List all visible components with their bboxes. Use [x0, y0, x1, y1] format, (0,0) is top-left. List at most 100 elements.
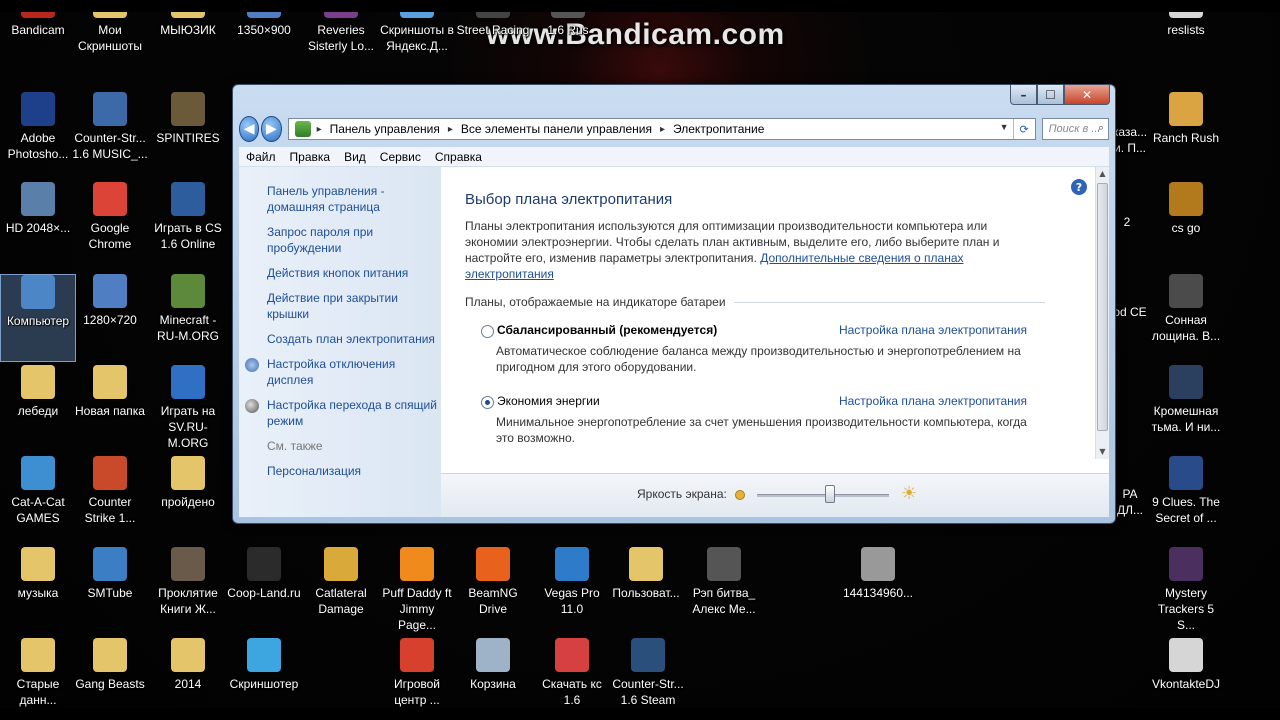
- plan-balanced-description: Автоматическое соблюдение баланса между …: [496, 344, 1021, 374]
- desktop-icon[interactable]: музыка: [0, 547, 76, 635]
- desktop-icon[interactable]: Кромешная тьма. И ни...: [1148, 365, 1224, 453]
- link-control-panel-home[interactable]: Панель управления - домашняя страница: [267, 183, 437, 215]
- link-power-buttons[interactable]: Действия кнопок питания: [267, 265, 437, 281]
- back-button[interactable]: ◀: [239, 116, 260, 142]
- plan-balanced-radio[interactable]: [481, 325, 494, 338]
- desktop-icon[interactable]: 9 Clues. The Secret of ...: [1148, 456, 1224, 544]
- desktop-icon-partial[interactable]: PA ДЛ...: [1110, 482, 1150, 570]
- maximize-button[interactable]: ☐: [1037, 85, 1064, 105]
- close-button[interactable]: ✕: [1064, 85, 1110, 105]
- desktop-icon[interactable]: 1.6 Rus: [530, 12, 606, 72]
- breadcrumb-power-options[interactable]: Электропитание: [673, 122, 764, 136]
- plan-power-saver-name[interactable]: Экономия энергии: [497, 394, 600, 408]
- desktop-icon[interactable]: Скриншотер: [226, 638, 302, 708]
- refresh-icon[interactable]: ⟳: [1012, 119, 1035, 139]
- scroll-down-icon[interactable]: ▼: [1096, 445, 1109, 459]
- plan-power-saver-radio[interactable]: [481, 396, 494, 409]
- breadcrumb-all-items[interactable]: Все элементы панели управления: [461, 122, 652, 136]
- desktop-icon[interactable]: 1350×900: [226, 12, 302, 72]
- desktop-icon[interactable]: BeamNG Drive: [455, 547, 531, 635]
- desktop-icon[interactable]: Counter-Str... 1.6 MUSIC_...: [72, 92, 148, 180]
- desktop-icon[interactable]: Ranch Rush: [1148, 92, 1224, 180]
- minimize-button[interactable]: –: [1010, 85, 1037, 105]
- desktop-icon[interactable]: Adobe Photosho...: [0, 92, 76, 180]
- desktop-icon[interactable]: Новая папка: [72, 365, 148, 453]
- plan-power-saver-settings-link[interactable]: Настройка плана электропитания: [839, 394, 1027, 408]
- desktop-icon[interactable]: HD 2048×...: [0, 182, 76, 270]
- desktop-icon[interactable]: Counter Strike 1...: [72, 456, 148, 544]
- brightness-slider-track[interactable]: [757, 494, 889, 497]
- menu-view[interactable]: Вид: [337, 150, 373, 164]
- search-icon[interactable]: ⌕: [1098, 122, 1104, 135]
- desktop-icon-partial[interactable]: od CE: [1110, 300, 1150, 388]
- desktop-icon[interactable]: Puff Daddy ft Jimmy Page...: [379, 547, 455, 635]
- desktop-icon[interactable]: Скриншоты в Яндекс.Д...: [379, 12, 455, 72]
- desktop-icon[interactable]: Catlateral Damage: [303, 547, 379, 635]
- desktop-icon[interactable]: Cat-A-Cat GAMES: [0, 456, 76, 544]
- breadcrumb-separator[interactable]: ▸: [660, 124, 665, 135]
- search-input[interactable]: Поиск в ... ⌕: [1041, 118, 1109, 140]
- chevron-down-icon[interactable]: ▼: [1000, 122, 1009, 132]
- desktop-icon[interactable]: cs go: [1148, 182, 1224, 270]
- desktop-icon[interactable]: SPINTIRES: [150, 92, 226, 180]
- menu-tools[interactable]: Сервис: [373, 150, 428, 164]
- desktop-icon[interactable]: Мои Скриншоты: [72, 12, 148, 72]
- desktop-icon[interactable]: Корзина: [455, 638, 531, 708]
- link-personalization[interactable]: Персонализация: [267, 463, 437, 479]
- desktop-icon[interactable]: Reveries Sisterly Lo...: [303, 12, 379, 72]
- breadcrumb-separator[interactable]: ▸: [448, 124, 453, 135]
- vertical-scrollbar[interactable]: ▲ ▼: [1095, 167, 1109, 459]
- menu-file[interactable]: Файл: [239, 150, 283, 164]
- link-create-plan[interactable]: Создать план электропитания: [267, 331, 437, 347]
- desktop-icon-partial[interactable]: 2: [1112, 210, 1142, 298]
- desktop-icon[interactable]: Рэп битва_ Алекс Ме...: [686, 547, 762, 635]
- desktop-icon[interactable]: Сонная лощина. В...: [1148, 274, 1224, 362]
- address-bar[interactable]: ▸ Панель управления ▸ Все элементы панел…: [287, 118, 1036, 140]
- desktop-icon[interactable]: Gang Beasts: [72, 638, 148, 708]
- desktop-icon[interactable]: Coop-Land.ru: [226, 547, 302, 635]
- scrollbar-thumb[interactable]: [1097, 183, 1108, 431]
- menu-edit[interactable]: Правка: [283, 150, 338, 164]
- help-icon[interactable]: ?: [1071, 179, 1087, 195]
- breadcrumb-control-panel[interactable]: Панель управления: [330, 122, 440, 136]
- desktop-icon[interactable]: Скачать кс 1.6: [534, 638, 610, 708]
- desktop-icon[interactable]: Street Racing: [455, 12, 531, 72]
- desktop-icon[interactable]: Google Chrome: [72, 182, 148, 270]
- desktop-icon[interactable]: МЫЮЗИК: [150, 12, 226, 72]
- desktop-icon[interactable]: Minecraft - RU-M.ORG: [150, 274, 226, 362]
- desktop-icon[interactable]: SMTube: [72, 547, 148, 635]
- breadcrumb-separator[interactable]: ▸: [317, 124, 322, 135]
- desktop-icon[interactable]: Играть на SV.RU-M.ORG: [150, 365, 226, 453]
- desktop-icon[interactable]: Пользоват...: [608, 547, 684, 635]
- power-options-window[interactable]: – ☐ ✕ ◀ ▶ ▸ Панель управления ▸ Все элем…: [232, 84, 1116, 524]
- desktop-icon-label: 144134960...: [842, 586, 914, 600]
- desktop-icon[interactable]: Vegas Pro 11.0: [534, 547, 610, 635]
- desktop-icon[interactable]: 1280×720: [72, 274, 148, 362]
- forward-button[interactable]: ▶: [261, 116, 282, 142]
- link-sleep[interactable]: Настройка перехода в спящий режим: [245, 397, 437, 429]
- desktop-icon[interactable]: Игровой центр ...: [379, 638, 455, 708]
- desktop-icon[interactable]: reslists: [1148, 12, 1224, 72]
- desktop-icon-partial[interactable]: каза... и. П...: [1110, 120, 1150, 208]
- desktop-icon[interactable]: Компьютер: [0, 274, 76, 362]
- brightness-slider-thumb[interactable]: [824, 485, 835, 503]
- desktop-icon[interactable]: Проклятие Книги Ж...: [150, 547, 226, 635]
- desktop-icon[interactable]: пройдено: [150, 456, 226, 544]
- desktop-icon[interactable]: лебеди: [0, 365, 76, 453]
- desktop-icon[interactable]: Старые данн...: [0, 638, 76, 708]
- desktop-icon[interactable]: VkontakteDJ: [1148, 638, 1224, 708]
- desktop-icon[interactable]: 144134960...: [840, 547, 916, 635]
- desktop-icon[interactable]: Играть в CS 1.6 Online: [150, 182, 226, 270]
- desktop-icon[interactable]: Mystery Trackers 5 S...: [1148, 547, 1224, 635]
- desktop-icon[interactable]: Counter-Str... 1.6 Steam: [610, 638, 686, 708]
- desktop-icon[interactable]: 2014: [150, 638, 226, 708]
- desktop-icon[interactable]: Bandicam: [0, 12, 76, 72]
- link-require-password[interactable]: Запрос пароля при пробуждении: [267, 224, 437, 256]
- plan-balanced-settings-link[interactable]: Настройка плана электропитания: [839, 323, 1027, 337]
- scroll-up-icon[interactable]: ▲: [1096, 167, 1109, 181]
- image-file-icon: [247, 12, 281, 18]
- menu-help[interactable]: Справка: [428, 150, 489, 164]
- link-lid-close[interactable]: Действие при закрытии крышки: [267, 290, 437, 322]
- plan-balanced-name[interactable]: Сбалансированный (рекомендуется): [497, 323, 717, 337]
- link-display-off[interactable]: Настройка отключения дисплея: [245, 356, 437, 388]
